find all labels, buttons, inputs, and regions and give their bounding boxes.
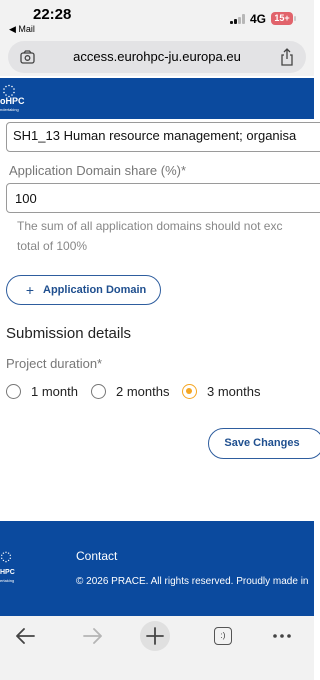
logo-subtitle: ndertaking [0, 107, 19, 112]
battery-icon: 15+ [271, 12, 296, 25]
radio-button[interactable] [91, 384, 106, 399]
plus-icon [146, 627, 164, 645]
app-domain-share-input[interactable]: 100 [6, 183, 320, 213]
project-duration-label: Project duration* [6, 356, 103, 371]
new-tab-button[interactable] [140, 621, 170, 651]
address-bar[interactable]: access.eurohpc-ju.europa.eu [8, 41, 306, 73]
back-to-mail-link[interactable]: ◀ Mail [9, 24, 35, 35]
duration-option-2-months[interactable]: 2 months [91, 384, 169, 399]
more-menu-icon[interactable] [268, 624, 296, 648]
footer-contact-link[interactable]: Contact [76, 549, 117, 563]
submission-details-title: Submission details [6, 325, 132, 342]
hint-line-1: The sum of all application domains shoul… [17, 219, 283, 233]
status-bar: 22:28 ◀ Mail 4G 15+ [0, 0, 314, 38]
duration-option-1-month[interactable]: 1 month [6, 384, 78, 399]
radio-button[interactable] [6, 384, 21, 399]
radio-label: 3 months [207, 384, 261, 399]
browser-toolbar: :) [0, 616, 314, 680]
site-footer: HPC ertaking Contact © 2026 PRACE. All r… [0, 521, 314, 616]
add-application-domain-label: Application Domain [43, 284, 147, 296]
eurohpc-logo[interactable]: oHPC ndertaking [0, 78, 40, 119]
footer-copyright: © 2026 PRACE. All rights reserved. Proud… [76, 576, 309, 587]
site-header: oHPC ndertaking [0, 78, 314, 119]
research-field-select[interactable]: SH1_13 Human resource management; organi… [6, 122, 320, 152]
app-domain-hint: The sum of all application domains shoul… [17, 216, 320, 256]
plus-icon: + [25, 282, 35, 298]
signal-icon [230, 14, 246, 24]
app-domain-share-label: Application Domain share (%)* [9, 163, 187, 178]
tabs-button[interactable]: :) [209, 624, 237, 648]
save-changes-button[interactable]: Save Changes [208, 428, 320, 459]
browser-address-area: access.eurohpc-ju.europa.eu [0, 38, 314, 76]
radio-label: 1 month [31, 384, 78, 399]
status-time: 22:28 [33, 6, 72, 23]
footer-logo-name: HPC [0, 569, 15, 576]
url-text[interactable]: access.eurohpc-ju.europa.eu [8, 49, 306, 64]
radio-button-selected[interactable] [182, 384, 197, 399]
add-application-domain-button[interactable]: + Application Domain [6, 275, 161, 305]
tab-count-icon: :) [214, 627, 232, 645]
hint-line-2: total of 100% [17, 239, 88, 253]
eu-stars-icon [1, 551, 11, 563]
forward-arrow-icon[interactable] [78, 624, 106, 648]
share-icon[interactable] [280, 48, 294, 66]
back-arrow-icon[interactable] [12, 624, 40, 648]
radio-label: 2 months [116, 384, 170, 399]
logo-name: oHPC [0, 96, 25, 106]
network-type: 4G [250, 12, 267, 26]
duration-option-3-months[interactable]: 3 months [182, 384, 260, 399]
footer-logo-subtitle: ertaking [0, 578, 15, 583]
footer-logo[interactable]: HPC ertaking [0, 549, 30, 589]
